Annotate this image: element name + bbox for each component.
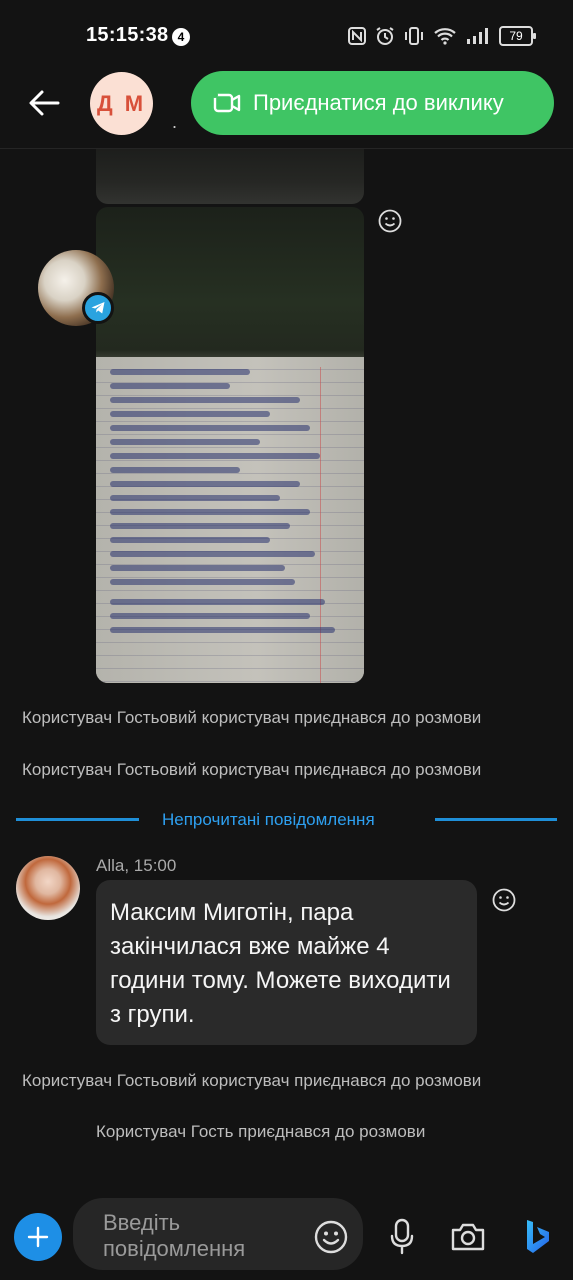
camera-icon [451,1223,485,1251]
emoji-button[interactable] [313,1219,349,1260]
join-call-label: Приєднатися до виклику [253,90,504,115]
photo-handwriting [110,579,295,585]
photo-handwriting [110,397,300,403]
photo-handwriting [110,411,270,417]
photo-handwriting [110,627,335,633]
sender-avatar-alla[interactable] [16,856,80,920]
unread-divider-line-left [16,818,139,821]
system-message: Користувач Гость приєднався до розмови [96,1122,426,1141]
add-reaction-button[interactable] [377,208,403,239]
plus-icon [27,1226,49,1248]
signal-icon [467,28,488,44]
notification-count-badge: 4 [172,28,190,46]
photo-handwriting [110,369,250,375]
telegram-icon [91,302,105,314]
photo-handwriting [110,425,310,431]
photo-message-2[interactable] [96,207,364,683]
wifi-icon [434,28,456,45]
status-icons: 79 [348,26,536,46]
system-message: Користувач Гостьовий користувач приєднав… [22,1071,482,1090]
photo-handwriting [110,439,260,445]
photo-handwriting [110,537,270,543]
microphone-button[interactable] [389,1218,415,1261]
smiley-icon [492,888,516,912]
bing-button[interactable] [524,1218,552,1261]
telegram-badge [82,292,114,324]
message-bubble[interactable]: Максим Миготін, пара закінчилася вже май… [96,880,477,1045]
photo-paper-content [96,357,364,683]
video-call-icon [213,92,241,113]
unread-divider-line-right [435,818,557,821]
chat-title-separator: . [172,112,178,132]
photo-handwriting [110,383,230,389]
back-button[interactable] [26,85,62,121]
photo-handwriting [110,481,300,487]
unread-divider-label: Непрочитані повідомлення [162,810,375,829]
photo-handwriting [110,551,315,557]
add-reaction-button[interactable] [491,887,517,918]
smiley-icon [378,209,402,233]
photo-handwriting [110,565,285,571]
camera-button[interactable] [450,1221,486,1258]
system-message: Користувач Гостьовий користувач приєднав… [22,760,482,779]
alarm-icon [376,27,394,45]
emoji-icon [314,1220,348,1254]
status-time: 15:15:38 [86,24,169,46]
photo-handwriting [110,453,320,459]
message-meta: Alla, 15:00 [96,856,177,875]
photo-handwriting [110,523,290,529]
photo-handwriting [110,509,310,515]
nfc-icon [348,27,366,45]
microphone-icon [390,1218,414,1255]
system-message: Користувач Гостьовий користувач приєднав… [22,708,482,727]
photo-handwriting [110,467,240,473]
battery-indicator: 79 [499,26,536,46]
chat-avatar[interactable]: Д М [90,72,153,135]
photo-handwriting [110,495,280,501]
photo-handwriting [110,613,310,619]
back-arrow-icon [29,90,60,116]
vibrate-icon [405,27,423,45]
message-input-placeholder: Введіть повідомлення [103,1210,246,1261]
bing-icon [527,1220,549,1253]
join-call-button[interactable]: Приєднатися до виклику [191,71,554,135]
photo-handwriting [110,599,325,605]
add-attachment-button[interactable] [14,1213,62,1261]
photo-margin-line [320,367,321,683]
photo-message-1[interactable] [96,149,364,204]
